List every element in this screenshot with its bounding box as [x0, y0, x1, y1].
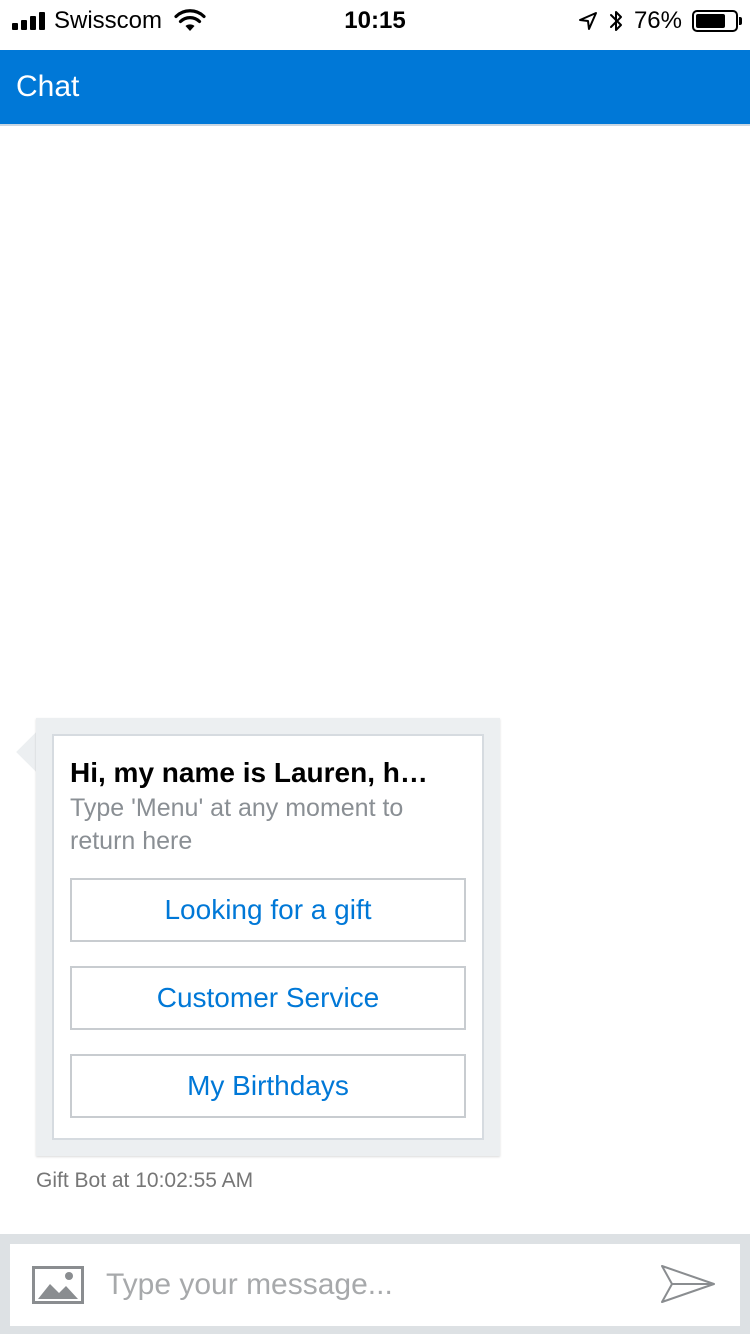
app-header: Chat	[0, 50, 750, 126]
status-bar: Swisscom 10:15 76%	[0, 0, 750, 40]
card-subtitle: Type 'Menu' at any moment to return here	[70, 794, 404, 855]
looking-for-gift-button[interactable]: Looking for a gift	[70, 878, 466, 942]
card-title: Hi, my name is Lauren, h…	[70, 757, 428, 788]
customer-service-button[interactable]: Customer Service	[70, 966, 466, 1030]
page-title: Chat	[16, 70, 80, 103]
location-arrow-icon	[578, 12, 597, 30]
hero-card: Hi, my name is Lauren, h… Type 'Menu' at…	[52, 734, 484, 1140]
message-timestamp: Gift Bot at 10:02:55 AM	[36, 1169, 254, 1192]
my-birthdays-button[interactable]: My Birthdays	[70, 1054, 466, 1118]
message-composer	[10, 1244, 740, 1326]
bluetooth-icon	[609, 11, 622, 31]
battery-percent: 76%	[633, 7, 682, 34]
image-upload-icon[interactable]	[32, 1266, 84, 1304]
status-bar-right: 76%	[578, 6, 742, 36]
message-input[interactable]	[106, 1244, 626, 1326]
send-icon[interactable]	[660, 1264, 716, 1304]
battery-fill	[696, 14, 725, 28]
battery-icon	[692, 10, 742, 32]
